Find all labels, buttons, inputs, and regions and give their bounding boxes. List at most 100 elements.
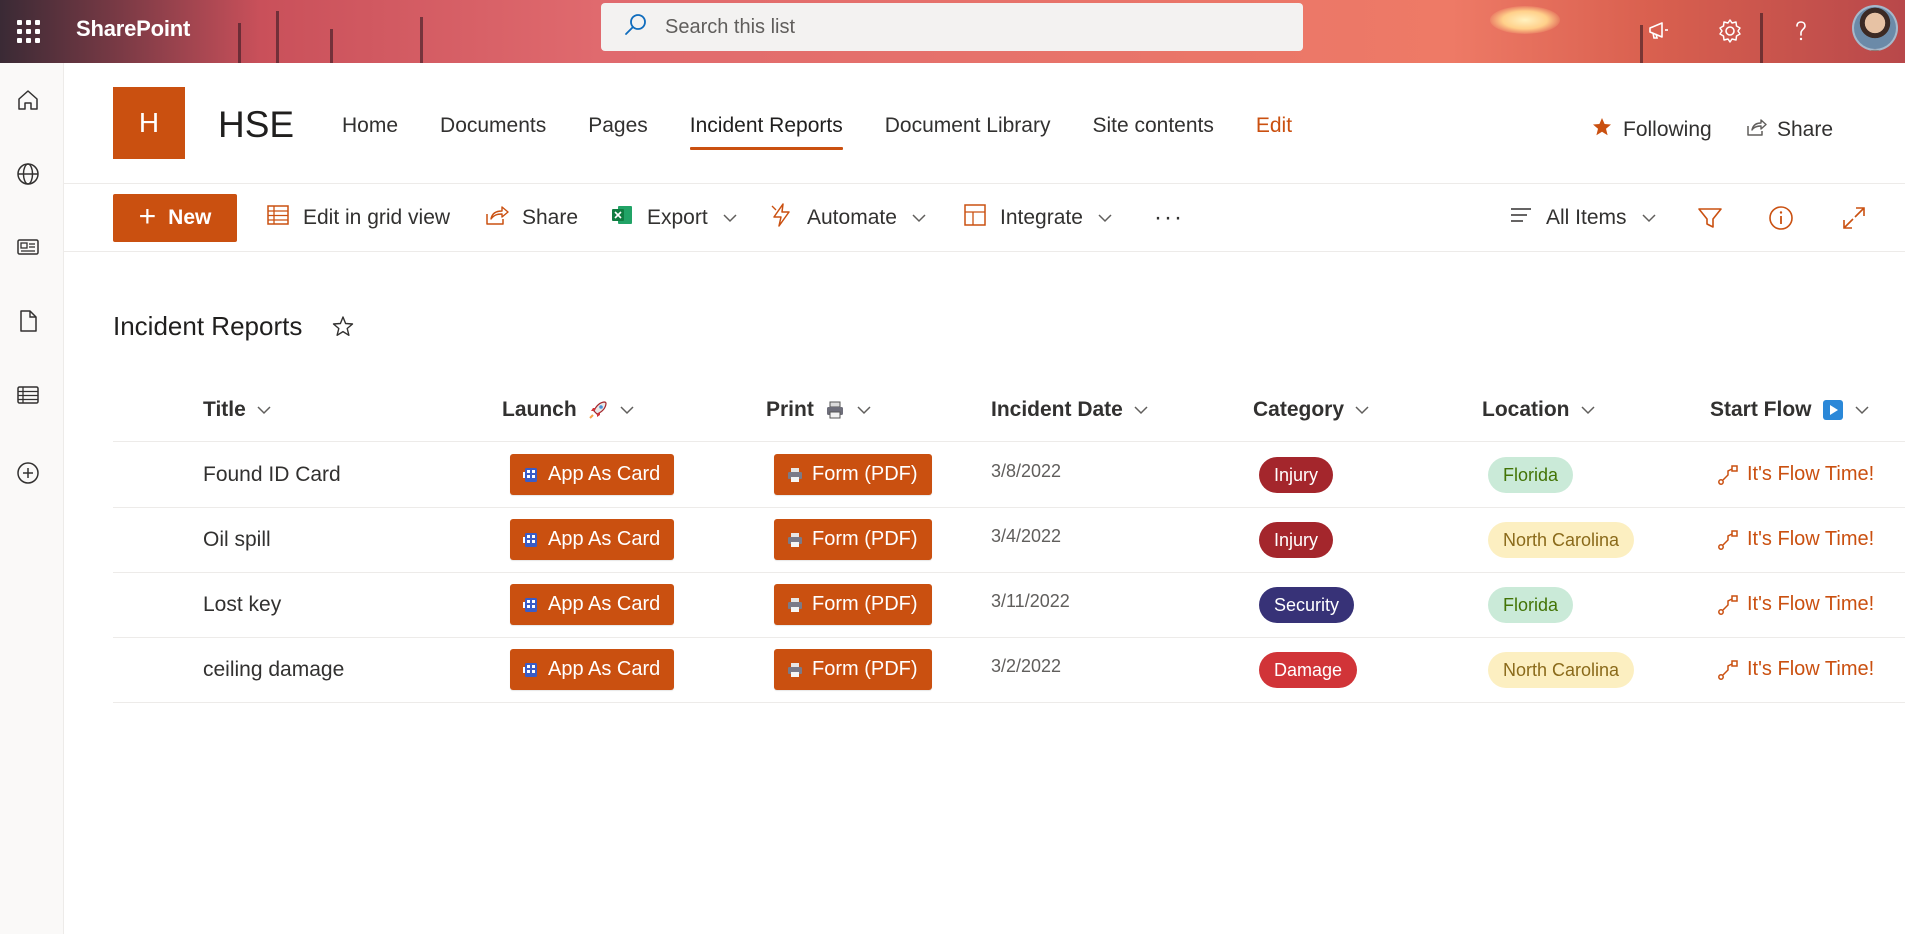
site-share-button[interactable]: Share (1745, 116, 1833, 144)
column-header-launch[interactable]: Launch (502, 398, 635, 422)
share-icon (484, 202, 522, 234)
column-header-label: Print (766, 398, 814, 421)
form-pdf-button[interactable]: Form (PDF) (774, 584, 932, 625)
more-options-button[interactable]: ··· (1154, 194, 1184, 242)
chevron-down-icon (723, 214, 737, 223)
printer-icon (826, 401, 843, 419)
app-as-card-label: App As Card (548, 593, 661, 615)
flow-link-label: It's Flow Time! (1747, 463, 1875, 485)
start-flow-link[interactable]: It's Flow Time! (1717, 658, 1874, 681)
favorite-star-icon[interactable] (329, 313, 357, 341)
new-button[interactable]: + New (113, 194, 237, 242)
form-pdf-button[interactable]: Form (PDF) (774, 649, 932, 690)
row-title[interactable]: Found ID Card (203, 463, 341, 487)
category-badge: Damage (1259, 652, 1358, 688)
column-header-category[interactable]: Category (1253, 398, 1370, 422)
category-badge: Injury (1259, 522, 1334, 558)
row-title[interactable]: Lost key (203, 593, 281, 617)
column-header-incident-date[interactable]: Incident Date (991, 398, 1149, 422)
table-row[interactable]: ceiling damage App As Card Form (PDF) 3/… (113, 638, 1905, 703)
location-badge: Florida (1488, 457, 1574, 493)
gear-icon[interactable] (1711, 12, 1749, 50)
header-palm-decoration (276, 11, 279, 63)
location-badge: North Carolina (1488, 652, 1635, 688)
column-header-title[interactable]: Title (203, 398, 272, 422)
row-title[interactable]: Oil spill (203, 528, 271, 552)
app-name[interactable]: SharePoint (76, 16, 190, 42)
app-as-card-button[interactable]: App As Card (510, 649, 675, 690)
expand-icon[interactable] (1836, 200, 1872, 236)
filter-icon[interactable] (1692, 200, 1728, 236)
search-input[interactable] (665, 15, 1265, 39)
start-flow-link[interactable]: It's Flow Time! (1717, 463, 1874, 486)
form-pdf-button[interactable]: Form (PDF) (774, 454, 932, 495)
nav-document-library[interactable]: Document Library (885, 114, 1051, 152)
app-as-card-label: App As Card (548, 463, 661, 485)
automate-icon (769, 202, 807, 234)
nav-documents[interactable]: Documents (440, 114, 546, 152)
integrate-label: Integrate (1000, 206, 1083, 229)
home-icon[interactable] (13, 85, 43, 115)
form-pdf-button[interactable]: Form (PDF) (774, 519, 932, 560)
nav-pages[interactable]: Pages (588, 114, 648, 152)
start-flow-link[interactable]: It's Flow Time! (1717, 593, 1874, 616)
app-as-card-button[interactable]: App As Card (510, 454, 675, 495)
app-grid-icon (523, 662, 537, 677)
nav-site-contents[interactable]: Site contents (1092, 114, 1213, 152)
file-icon[interactable] (13, 306, 43, 336)
following-button[interactable]: Following (1591, 116, 1712, 144)
table-row[interactable]: Found ID Card App As Card Form (PDF) 3/8… (113, 443, 1905, 508)
info-icon[interactable] (1763, 200, 1799, 236)
site-logo[interactable]: H (113, 87, 185, 159)
view-label: All Items (1546, 206, 1627, 229)
row-title[interactable]: ceiling damage (203, 658, 344, 682)
automate-button[interactable]: Automate (769, 194, 927, 242)
chevron-down-icon (1641, 214, 1656, 223)
column-header-label: Location (1482, 398, 1570, 421)
app-as-card-button[interactable]: App As Card (510, 519, 675, 560)
flow-icon (1718, 529, 1738, 550)
flow-link-label: It's Flow Time! (1747, 528, 1875, 550)
chevron-down-icon (1134, 406, 1148, 415)
nav-edit[interactable]: Edit (1256, 114, 1292, 152)
edit-grid-view-button[interactable]: Edit in grid view (265, 194, 450, 242)
list-title: Incident Reports (113, 311, 303, 341)
app-launcher-button[interactable] (0, 0, 56, 63)
share-list-button[interactable]: Share (484, 194, 578, 242)
column-header-print[interactable]: Print (766, 398, 872, 422)
integrate-button[interactable]: Integrate (962, 194, 1113, 242)
incident-date: 3/11/2022 (991, 591, 1070, 611)
share-icon (1745, 116, 1777, 144)
megaphone-icon[interactable] (1640, 12, 1678, 50)
left-rail (0, 63, 64, 934)
user-avatar[interactable] (1852, 5, 1898, 51)
chevron-down-icon (257, 406, 271, 415)
start-flow-link[interactable]: It's Flow Time! (1717, 528, 1874, 551)
column-header-label: Incident Date (991, 398, 1123, 421)
column-header-location[interactable]: Location (1482, 398, 1596, 422)
category-badge: Injury (1259, 457, 1334, 493)
chevron-down-icon (912, 214, 926, 223)
table-row[interactable]: Oil spill App As Card Form (PDF) 3/4/202… (113, 508, 1905, 573)
column-header-label: Start Flow (1710, 398, 1812, 421)
app-grid-icon (523, 597, 537, 612)
nav-home[interactable]: Home (342, 114, 398, 152)
search-box[interactable] (601, 3, 1303, 51)
news-icon[interactable] (13, 232, 43, 262)
column-header-start-flow[interactable]: Start Flow (1710, 398, 1870, 422)
export-button[interactable]: Export (609, 194, 738, 242)
header-palm-decoration (238, 23, 241, 63)
view-lines-icon (1508, 202, 1546, 234)
table-row[interactable]: Lost key App As Card Form (PDF) 3/11/202… (113, 573, 1905, 638)
header-divider (64, 183, 1905, 184)
help-icon[interactable] (1782, 12, 1820, 50)
site-title[interactable]: HSE (218, 104, 294, 146)
view-selector[interactable]: All Items (1508, 194, 1657, 242)
form-pdf-label: Form (PDF) (812, 658, 918, 680)
globe-icon[interactable] (13, 159, 43, 189)
integrate-icon (962, 202, 1000, 234)
app-as-card-button[interactable]: App As Card (510, 584, 675, 625)
list-icon[interactable] (13, 380, 43, 410)
nav-incident-reports[interactable]: Incident Reports (689, 114, 843, 152)
add-circle-icon[interactable] (13, 458, 43, 488)
